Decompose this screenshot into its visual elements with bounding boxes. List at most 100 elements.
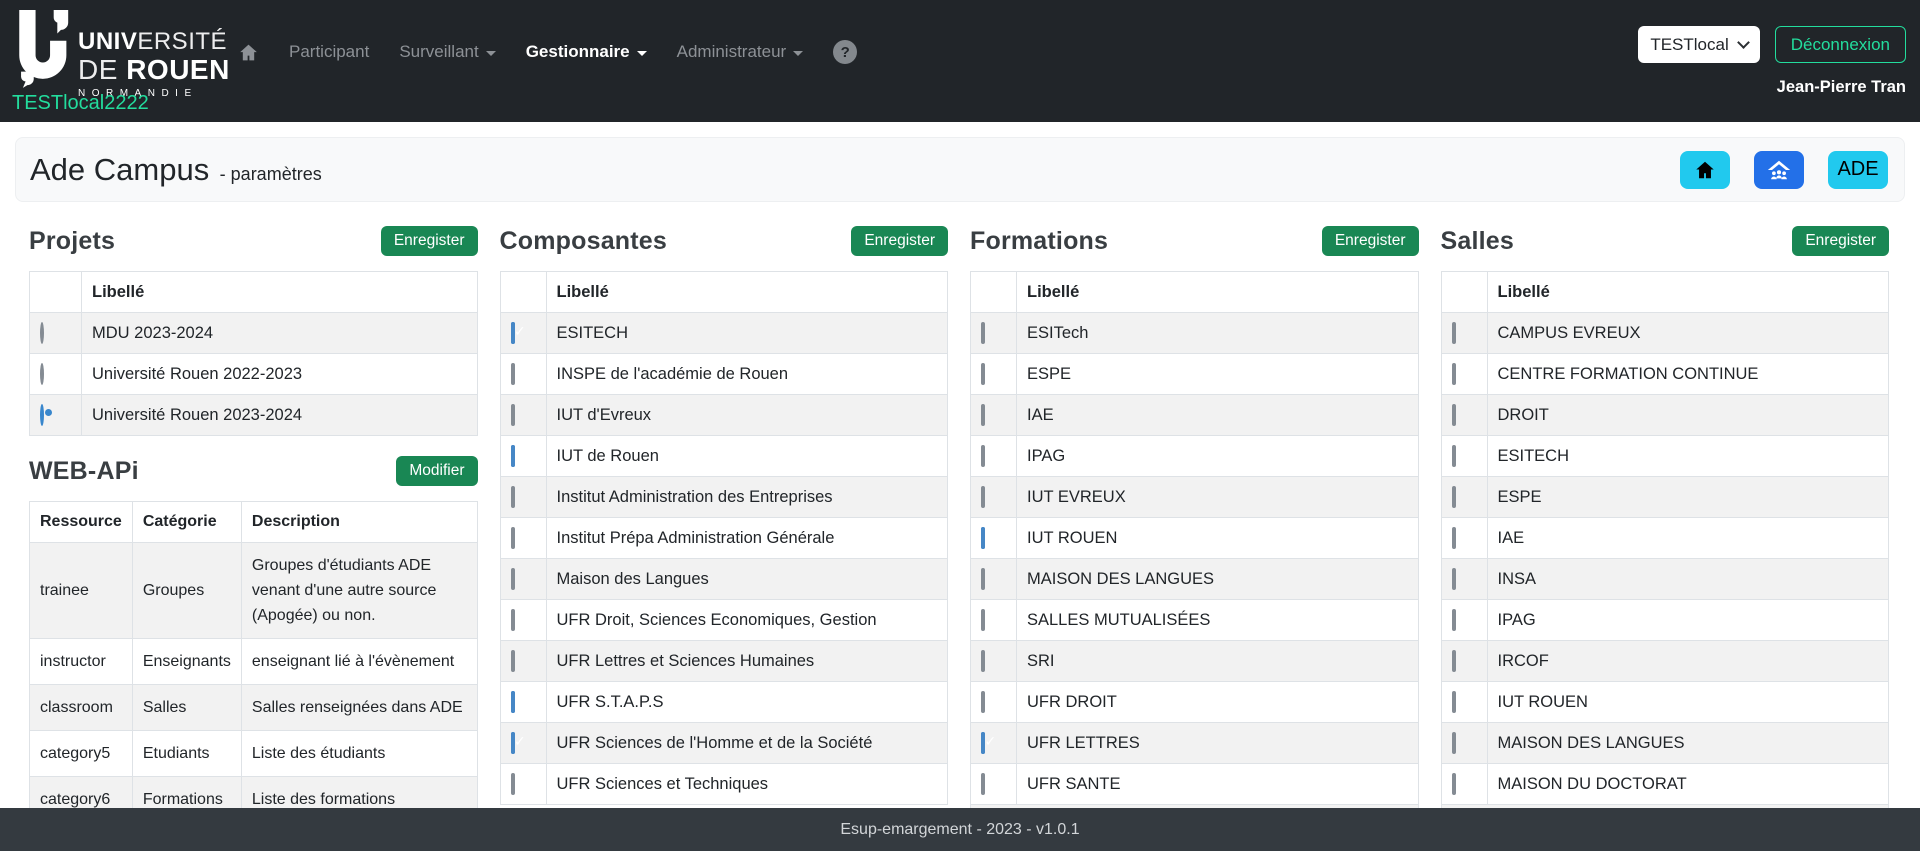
project-radio[interactable] — [40, 322, 44, 344]
row-label: IAE — [1488, 518, 1890, 559]
table-row: UFR S.T.A.P.S — [501, 682, 949, 723]
salle-checkbox[interactable] — [1452, 650, 1456, 672]
page-subtitle: - paramètres — [220, 164, 322, 184]
salle-checkbox[interactable] — [1452, 732, 1456, 754]
composante-checkbox[interactable] — [511, 322, 515, 344]
campus-sync-button[interactable] — [1754, 151, 1804, 189]
formation-checkbox[interactable] — [981, 609, 985, 631]
university-logo[interactable]: UNIVERSITÉ DE ROUEN NORMANDIE — [12, 8, 230, 99]
table-header-row: Libellé — [971, 272, 1419, 313]
nav-item[interactable]: Gestionnaire — [526, 42, 647, 62]
description-cell: Salles renseignées dans ADE — [242, 685, 478, 731]
libelle-column-header: Libellé — [82, 272, 478, 313]
row-label: MAISON DES LANGUES — [1488, 723, 1890, 764]
formation-checkbox[interactable] — [981, 773, 985, 795]
salle-checkbox[interactable] — [1452, 609, 1456, 631]
salle-checkbox[interactable] — [1452, 773, 1456, 795]
formation-checkbox[interactable] — [981, 732, 985, 754]
salles-table: Libellé CAMPUS EVREUX CENTRE FORMATION C… — [1441, 271, 1890, 805]
modify-webapi-button[interactable]: Modifier — [396, 456, 477, 486]
row-label: CAMPUS EVREUX — [1488, 313, 1890, 354]
salle-checkbox[interactable] — [1452, 527, 1456, 549]
salle-checkbox[interactable] — [1452, 691, 1456, 713]
webapi-table: Ressource Catégorie Description trainee … — [29, 501, 478, 823]
table-row: ESPE — [971, 354, 1419, 395]
formation-checkbox[interactable] — [981, 445, 985, 467]
projets-header: Projets Enregister — [29, 224, 478, 258]
row-label: MAISON DU DOCTORAT — [1488, 764, 1890, 805]
save-formations-button[interactable]: Enregister — [1322, 226, 1419, 256]
top-navbar: UNIVERSITÉ DE ROUEN NORMANDIE TESTlocal2… — [0, 0, 1920, 122]
composante-checkbox[interactable] — [511, 404, 515, 426]
salle-checkbox[interactable] — [1452, 568, 1456, 590]
row-label: Institut Prépa Administration Générale — [547, 518, 949, 559]
profile-context-select[interactable]: TESTlocal — [1638, 26, 1759, 63]
categorie-cell: Enseignants — [133, 639, 242, 685]
libelle-column-header: Libellé — [547, 272, 949, 313]
formation-checkbox[interactable] — [981, 404, 985, 426]
table-row: INSPE de l'académie de Rouen — [501, 354, 949, 395]
table-row: CAMPUS EVREUX — [1442, 313, 1890, 354]
table-row: Maison des Langues — [501, 559, 949, 600]
tenant-label: TESTlocal2222 — [12, 92, 149, 115]
home-button[interactable] — [1680, 151, 1730, 189]
row-label: UFR S.T.A.P.S — [547, 682, 949, 723]
composante-checkbox[interactable] — [511, 527, 515, 549]
nav-item[interactable]: Surveillant — [399, 42, 495, 62]
save-salles-button[interactable]: Enregister — [1792, 226, 1889, 256]
nav-item[interactable]: Administrateur — [677, 42, 804, 62]
webapi-header: WEB-APi Modifier — [29, 454, 478, 488]
table-row: ESITech — [971, 313, 1419, 354]
table-header-row: Libellé — [1442, 272, 1890, 313]
formation-checkbox[interactable] — [981, 486, 985, 508]
page-title-group: Ade Campus - paramètres — [30, 152, 322, 188]
table-row: MAISON DES LANGUES — [1442, 723, 1890, 764]
chevron-down-icon — [486, 51, 496, 56]
table-row: trainee Groupes Groupes d'étudiants ADE … — [30, 543, 478, 639]
help-icon[interactable]: ? — [833, 40, 857, 64]
composante-checkbox[interactable] — [511, 773, 515, 795]
table-row: Institut Administration des Entreprises — [501, 477, 949, 518]
row-label: SRI — [1017, 641, 1419, 682]
table-row: Institut Prépa Administration Générale — [501, 518, 949, 559]
salle-checkbox[interactable] — [1452, 445, 1456, 467]
row-label: IPAG — [1017, 436, 1419, 477]
row-label: ESPE — [1488, 477, 1890, 518]
formation-checkbox[interactable] — [981, 322, 985, 344]
table-header-row: Libellé — [501, 272, 949, 313]
project-radio[interactable] — [40, 404, 44, 426]
salle-checkbox[interactable] — [1452, 363, 1456, 385]
composante-checkbox[interactable] — [511, 691, 515, 713]
row-label: ESITECH — [1488, 436, 1890, 477]
composante-checkbox[interactable] — [511, 445, 515, 467]
chevron-down-icon — [793, 51, 803, 56]
save-projets-button[interactable]: Enregister — [381, 226, 478, 256]
table-row: ESPE — [1442, 477, 1890, 518]
row-label: IUT ROUEN — [1488, 682, 1890, 723]
save-composantes-button[interactable]: Enregister — [851, 226, 948, 256]
nav-item[interactable]: Participant — [289, 42, 369, 62]
title-action-buttons: ADE — [1680, 151, 1888, 189]
composante-checkbox[interactable] — [511, 568, 515, 590]
row-label: Université Rouen 2023-2024 — [82, 395, 478, 436]
project-radio[interactable] — [40, 363, 44, 385]
salle-checkbox[interactable] — [1452, 486, 1456, 508]
formation-checkbox[interactable] — [981, 650, 985, 672]
composante-checkbox[interactable] — [511, 486, 515, 508]
row-label: INSPE de l'académie de Rouen — [547, 354, 949, 395]
salle-checkbox[interactable] — [1452, 404, 1456, 426]
profile-context-value: TESTlocal — [1650, 35, 1728, 55]
ade-button[interactable]: ADE — [1828, 151, 1888, 189]
table-row: UFR LETTRES — [971, 723, 1419, 764]
composante-checkbox[interactable] — [511, 363, 515, 385]
home-nav-link[interactable] — [238, 42, 259, 63]
composante-checkbox[interactable] — [511, 609, 515, 631]
composante-checkbox[interactable] — [511, 650, 515, 672]
formation-checkbox[interactable] — [981, 527, 985, 549]
formation-checkbox[interactable] — [981, 568, 985, 590]
salle-checkbox[interactable] — [1452, 322, 1456, 344]
logout-button[interactable]: Déconnexion — [1775, 26, 1906, 63]
composante-checkbox[interactable] — [511, 732, 515, 754]
formation-checkbox[interactable] — [981, 363, 985, 385]
formation-checkbox[interactable] — [981, 691, 985, 713]
